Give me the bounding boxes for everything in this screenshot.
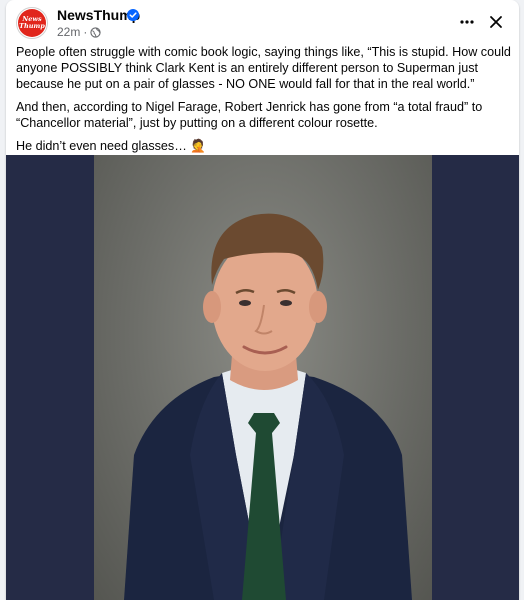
close-icon — [490, 16, 502, 28]
post-paragraph-1: People often struggle with comic book lo… — [16, 45, 511, 91]
portrait-illustration — [124, 213, 412, 600]
avatar-logo-line-2: Thump — [19, 22, 45, 30]
post-media[interactable] — [6, 155, 519, 600]
avatar-logo: News Thump — [18, 9, 46, 37]
post-timestamp[interactable]: 22m — [57, 25, 80, 39]
post-paragraph-3: He didn’t even need glasses… 🤦 — [16, 139, 207, 153]
verified-badge-icon — [127, 9, 139, 21]
post-photo[interactable] — [94, 155, 432, 600]
close-button[interactable] — [484, 10, 508, 34]
post-paragraph-2: And then, according to Nigel Farage, Rob… — [16, 100, 483, 130]
post-body: People often struggle with comic book lo… — [16, 44, 512, 161]
meta-separator: · — [83, 25, 88, 39]
more-options-button[interactable] — [455, 10, 479, 34]
page-avatar[interactable]: News Thump — [16, 7, 48, 39]
globe-icon — [90, 26, 101, 38]
post-header: News Thump NewsThump 22m · — [6, 0, 519, 44]
more-horizontal-icon — [460, 20, 474, 24]
post-meta: 22m · — [57, 25, 101, 39]
post-card: News Thump NewsThump 22m · People often … — [6, 0, 519, 600]
